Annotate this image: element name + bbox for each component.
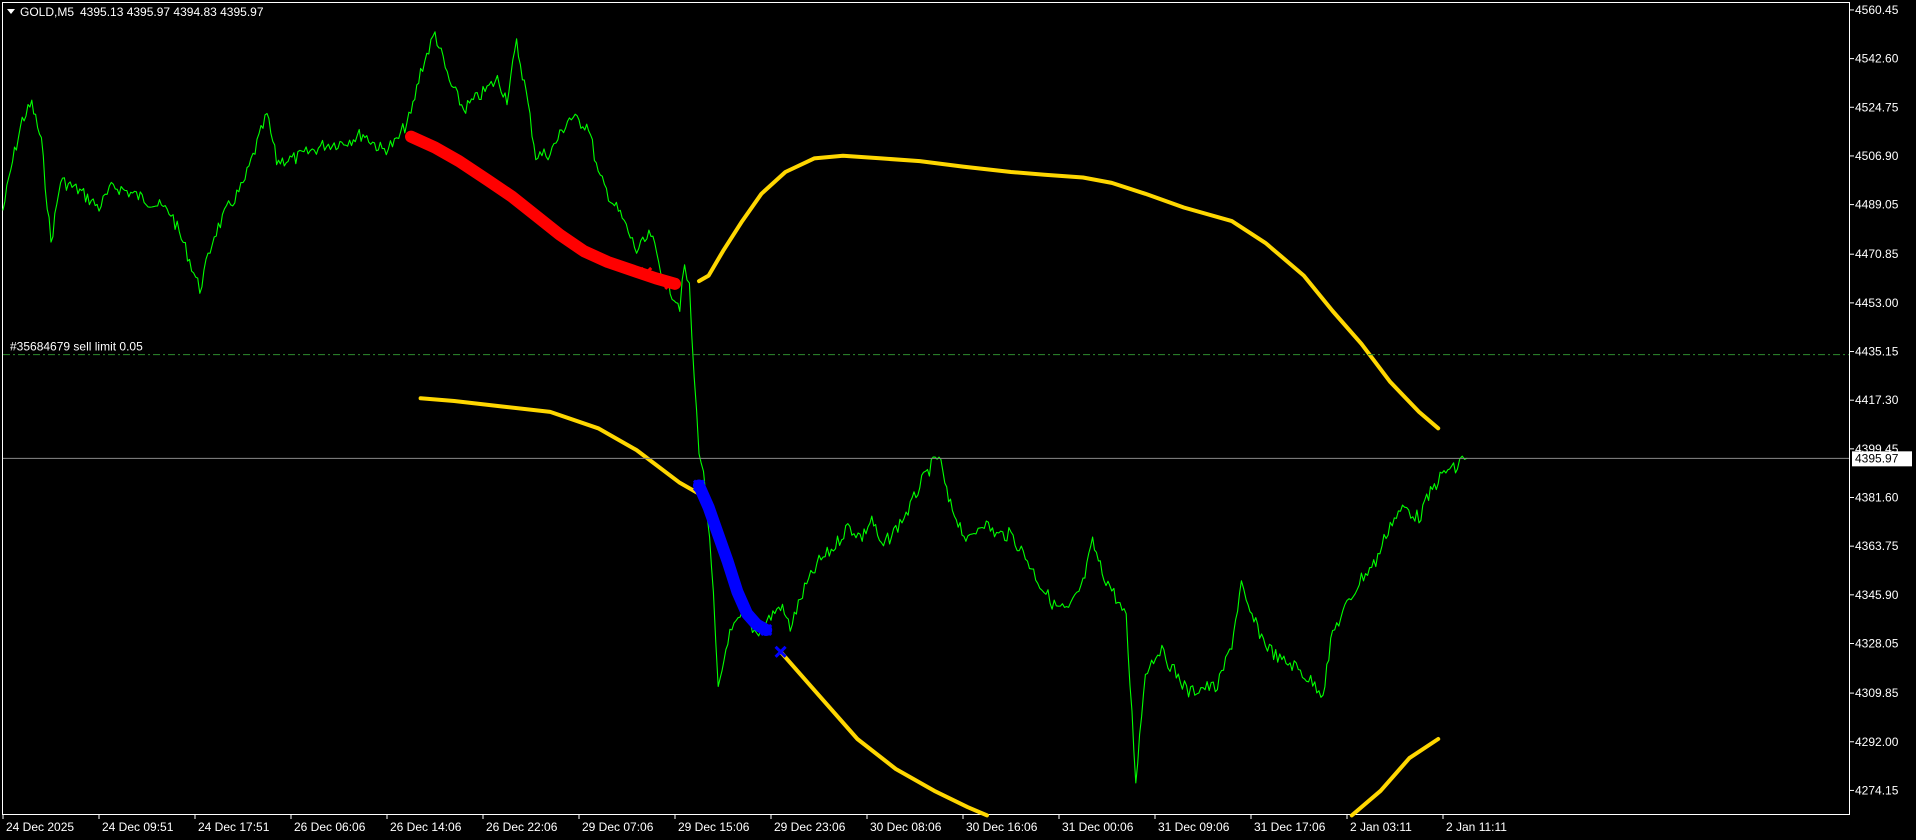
time-axis: 24 Dec 2025 24 Dec 09:51 24 Dec 17:51 26 De…	[2, 814, 1507, 834]
x-tick-label: 29 Dec 23:06	[774, 820, 846, 834]
x-tick-label: 2 Jan 11:11	[1446, 820, 1507, 834]
y-tick-label: 4381.60	[1855, 491, 1899, 505]
ohlc-label: 4395.13 4395.97 4394.83 4395.97	[80, 5, 264, 19]
x-tick-label: 26 Dec 22:06	[486, 820, 558, 834]
chart-canvas[interactable]: 4560.45 4542.60 4524.75 4506.90 4489.05 4470.…	[0, 0, 1916, 840]
plot-frame	[2, 2, 1850, 815]
symbol-label: GOLD,M5	[20, 5, 74, 19]
x-tick-label: 29 Dec 15:06	[678, 820, 750, 834]
y-tick-label: 4292.00	[1855, 735, 1899, 749]
x-tick-label: 26 Dec 14:06	[390, 820, 462, 834]
x-tick-label: 31 Dec 00:06	[1062, 820, 1134, 834]
y-tick-label: 4345.90	[1855, 588, 1899, 602]
x-tick-label: 30 Dec 08:06	[870, 820, 942, 834]
y-tick-label: 4309.85	[1855, 686, 1899, 700]
x-tick-label: 26 Dec 06:06	[294, 820, 366, 834]
y-tick-label: 4274.15	[1855, 783, 1899, 797]
y-tick-label: 4470.85	[1855, 247, 1899, 261]
y-tick-label: 4417.30	[1855, 393, 1899, 407]
x-tick-label: 24 Dec 09:51	[102, 820, 174, 834]
y-tick-label: 4435.15	[1855, 345, 1899, 359]
y-tick-label: 4524.75	[1855, 100, 1899, 114]
y-tick-label: 4453.00	[1855, 296, 1899, 310]
x-tick-label: 31 Dec 09:06	[1158, 820, 1230, 834]
x-tick-label: 30 Dec 16:06	[966, 820, 1038, 834]
x-tick-label: 31 Dec 17:06	[1254, 820, 1326, 834]
y-tick-label: 4328.05	[1855, 636, 1899, 650]
current-price-label: 4395.97	[1855, 451, 1899, 465]
price-axis: 4560.45 4542.60 4524.75 4506.90 4489.05 4470.…	[1849, 3, 1899, 797]
x-tick-label: 29 Dec 07:06	[582, 820, 654, 834]
y-tick-label: 4489.05	[1855, 198, 1899, 212]
x-tick-label: 2 Jan 03:11	[1350, 820, 1412, 834]
x-tick-label: 24 Dec 17:51	[198, 820, 270, 834]
y-tick-label: 4506.90	[1855, 149, 1899, 163]
y-tick-label: 4560.45	[1855, 3, 1899, 17]
sell-limit-label: #35684679 sell limit 0.05	[10, 340, 143, 354]
y-tick-label: 4542.60	[1855, 52, 1899, 66]
x-tick-label: 24 Dec 2025	[6, 820, 74, 834]
y-tick-label: 4363.75	[1855, 539, 1899, 553]
